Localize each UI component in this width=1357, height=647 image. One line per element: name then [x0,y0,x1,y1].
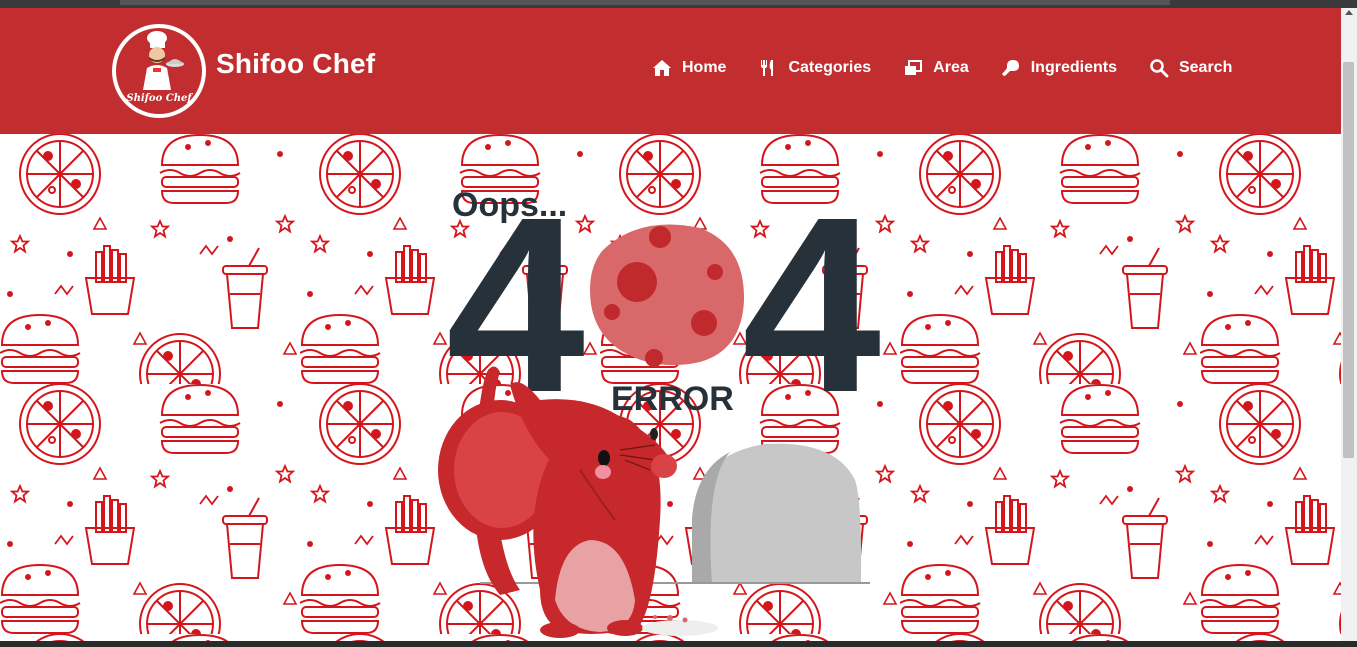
nav-ingredients-label: Ingredients [1030,59,1117,76]
nav-categories-label: Categories [788,59,872,76]
error-digit-right: 4 [742,165,882,444]
error-digit-left: 4 [446,165,586,444]
nav-search[interactable]: Search [1149,58,1232,78]
search-icon [1150,59,1169,78]
nav-area-label: Area [933,59,969,76]
browser-bottom-strip [0,641,1357,647]
home-icon [653,60,671,76]
nav-ingredients[interactable]: Ingredients [1001,58,1117,78]
error-label: ERROR [611,380,734,418]
nav-home-label: Home [682,59,727,76]
nav-categories[interactable]: Categories [758,58,871,78]
page-scrollbar[interactable] [1341,8,1357,641]
windows-icon [905,60,923,75]
navbar: Shifoo Chef Shifoo Chef Home Categories … [0,8,1341,134]
nav-search-label: Search [1178,59,1233,76]
scroll-thumb[interactable] [1343,62,1354,458]
utensils-icon [761,60,774,76]
browser-top-strip [0,0,1357,8]
nav-area[interactable]: Area [903,58,969,78]
nav-home[interactable]: Home [652,58,726,78]
brand-name[interactable]: Shifoo Chef [216,48,375,80]
scroll-up-arrow-icon[interactable] [1345,10,1353,15]
logo-text: Shifoo Chef [126,93,193,104]
drumstick-icon [1001,60,1019,76]
main-nav: Home Categories Area Ingredients Search [652,58,1232,78]
logo[interactable]: Shifoo Chef [109,22,209,120]
